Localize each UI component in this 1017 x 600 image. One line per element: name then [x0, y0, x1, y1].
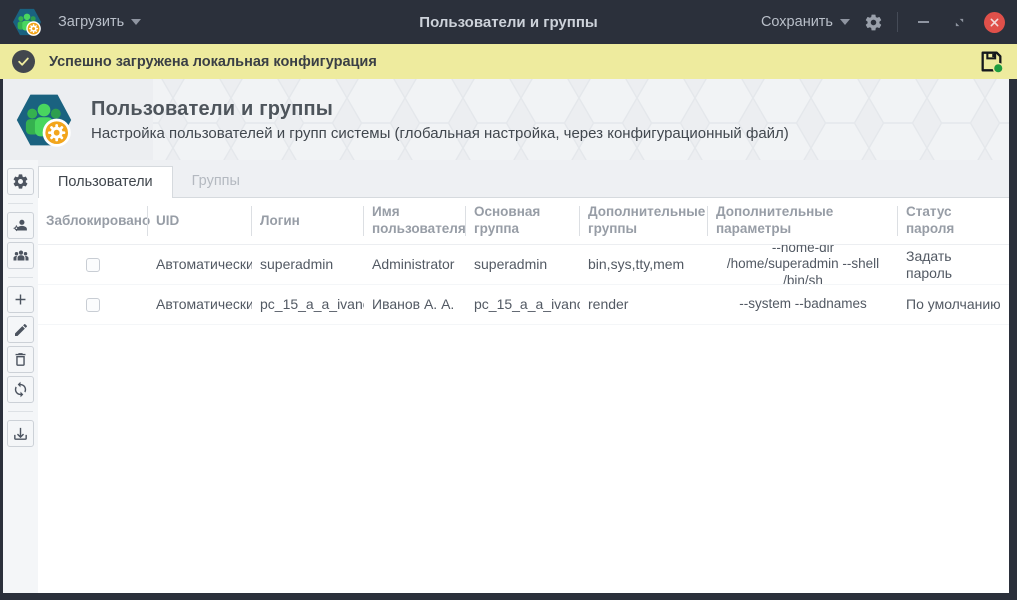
cell-uid: Автоматически: [148, 245, 252, 284]
main-area: Пользователи и группы Настройка пользова…: [3, 79, 1009, 593]
column-header-primary-group[interactable]: Основная группа: [466, 198, 580, 244]
page-subtitle: Настройка пользователей и групп системы …: [91, 125, 789, 142]
edit-button[interactable]: [7, 316, 34, 343]
minimize-icon: [918, 21, 929, 23]
notification-banner: Успешно загружена локальная конфигурация: [0, 44, 1017, 79]
titlebar: Загрузить Пользователи и группы Сохранит…: [0, 0, 1017, 44]
module-logo-icon: [15, 91, 73, 149]
restore-icon: [954, 17, 965, 28]
tab-bar: Пользователи Группы: [38, 160, 1009, 197]
cell-username: Administrator: [364, 245, 466, 284]
blocked-checkbox[interactable]: [86, 258, 100, 272]
table-row[interactable]: Автоматически superadmin Administrator s…: [38, 245, 1009, 285]
groups-button[interactable]: [7, 242, 34, 269]
users-table-panel: Заблокировано UID Логин Имя пользователя…: [38, 197, 1009, 593]
cell-primary-group: superadmin: [466, 245, 580, 284]
cell-uid: Автоматически: [148, 285, 252, 324]
column-header-extra-params[interactable]: Дополнительные параметры: [708, 198, 898, 244]
column-header-username[interactable]: Имя пользователя: [364, 198, 466, 244]
delete-icon: [12, 351, 29, 368]
toolbar-separator: [8, 411, 33, 412]
refresh-button[interactable]: [7, 376, 34, 403]
table-header-row: Заблокировано UID Логин Имя пользователя…: [38, 198, 1009, 245]
download-icon: [12, 425, 29, 442]
load-menu-button[interactable]: Загрузить: [58, 14, 141, 30]
add-button[interactable]: [7, 286, 34, 313]
toolbar-sidebar: [3, 160, 38, 593]
settings-button[interactable]: [7, 168, 34, 195]
close-icon: [990, 18, 999, 27]
edit-icon: [13, 322, 29, 338]
restore-button[interactable]: [948, 11, 970, 33]
cell-username: Иванов А. А.: [364, 285, 466, 324]
module-header: Пользователи и группы Настройка пользова…: [3, 79, 1009, 160]
app-logo-icon: [12, 7, 42, 37]
blocked-checkbox[interactable]: [86, 298, 100, 312]
table-row[interactable]: Автоматически pc_15_a_a_ivanov Иванов А.…: [38, 285, 1009, 325]
cell-extra-groups: render: [580, 285, 708, 324]
column-header-blocked[interactable]: Заблокировано: [38, 198, 148, 244]
page-title: Пользователи и группы: [91, 98, 789, 121]
download-button[interactable]: [7, 420, 34, 447]
column-header-uid[interactable]: UID: [148, 198, 252, 244]
load-menu-label: Загрузить: [58, 14, 124, 30]
refresh-icon: [12, 381, 29, 398]
save-menu-label: Сохранить: [761, 14, 833, 30]
minimize-button[interactable]: [912, 11, 934, 33]
cell-login: superadmin: [252, 245, 364, 284]
banner-message: Успешно загружена локальная конфигурация: [49, 54, 377, 70]
delete-button[interactable]: [7, 346, 34, 373]
user-settings-button[interactable]: [7, 212, 34, 239]
titlebar-separator: [897, 12, 898, 32]
column-header-extra-groups[interactable]: Дополнительные группы: [580, 198, 708, 244]
check-circle-icon: [12, 50, 35, 73]
cell-login: pc_15_a_a_ivanov: [252, 285, 364, 324]
users-group-icon: [12, 247, 30, 265]
cell-password-status[interactable]: Задать пароль: [898, 245, 1009, 284]
cell-password-status[interactable]: По умолчанию: [898, 285, 1009, 324]
chevron-down-icon: [131, 19, 141, 25]
toolbar-separator: [8, 203, 33, 204]
cell-extra-params: --system --badnames: [708, 285, 898, 324]
close-button[interactable]: [984, 12, 1005, 33]
tab-groups[interactable]: Группы: [173, 166, 259, 197]
tab-users[interactable]: Пользователи: [38, 166, 173, 198]
cell-extra-groups: bin,sys,tty,mem: [580, 245, 708, 284]
floppy-disk-icon[interactable]: [978, 48, 1005, 75]
cell-extra-params: --home-dir /home/superadmin --shell /bin…: [708, 245, 898, 284]
settings-gear-icon[interactable]: [864, 13, 883, 32]
cell-primary-group: pc_15_a_a_ivanov: [466, 285, 580, 324]
chevron-down-icon: [840, 19, 850, 25]
column-header-password-status[interactable]: Статус пароля: [898, 198, 1009, 244]
save-menu-button[interactable]: Сохранить: [761, 14, 850, 30]
add-icon: [12, 291, 29, 308]
column-header-login[interactable]: Логин: [252, 198, 364, 244]
gear-icon: [12, 173, 29, 190]
user-settings-icon: [12, 217, 29, 234]
toolbar-separator: [8, 277, 33, 278]
